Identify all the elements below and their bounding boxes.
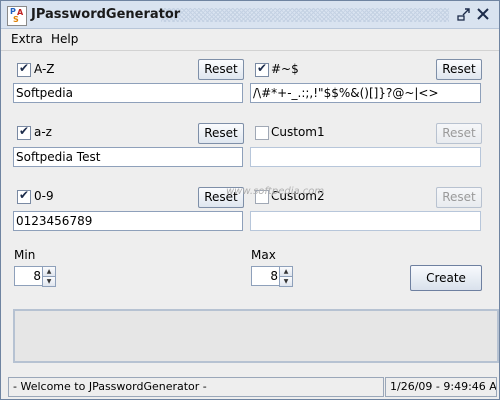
lower-checkbox[interactable]: ✔ [17, 124, 31, 140]
digits-field[interactable]: 0123456789 [13, 211, 243, 231]
menu-extra[interactable]: Extra [11, 32, 43, 46]
minimize-icon[interactable] [457, 7, 471, 21]
spin-down-icon[interactable]: ▼ [42, 276, 56, 287]
min-spinner[interactable]: 8 ▲ ▼ [14, 266, 56, 287]
menu-help[interactable]: Help [51, 32, 78, 46]
status-message: - Welcome to JPasswordGenerator - [8, 377, 384, 397]
special-field[interactable]: /\#*+-_.:;,!"$$%&()[]}?@~|<> [250, 83, 481, 103]
max-label: Max [251, 248, 276, 262]
app-icon[interactable]: P A S [7, 6, 27, 26]
password-output[interactable] [13, 309, 499, 363]
lower-field[interactable]: Softpedia Test [13, 147, 243, 167]
create-button[interactable]: Create [410, 265, 482, 291]
check-icon: ✔ [19, 188, 30, 202]
watermark: www.softpedia.com [226, 186, 325, 197]
custom1-reset-button[interactable]: Reset [436, 123, 482, 144]
check-icon: ✔ [19, 61, 30, 75]
digits-label: 0-9 [34, 189, 54, 203]
title-bar: P A S JPasswordGenerator [1, 1, 499, 29]
app-window: P A S JPasswordGenerator Extra Help ✔ A-… [0, 0, 500, 400]
custom2-field[interactable] [250, 211, 481, 231]
menu-bar: Extra Help [1, 29, 499, 51]
special-reset-button[interactable]: Reset [436, 59, 482, 80]
app-icon-letter-s: S [13, 15, 19, 24]
window-title: JPasswordGenerator [31, 7, 181, 22]
max-value[interactable]: 8 [251, 266, 281, 286]
az-checkbox[interactable]: ✔ [17, 61, 31, 77]
lower-reset-button[interactable]: Reset [198, 123, 244, 144]
special-label: #~$ [271, 62, 299, 76]
title-bar-texture [161, 8, 449, 22]
custom2-reset-button[interactable]: Reset [436, 187, 482, 208]
custom1-checkbox[interactable] [255, 126, 269, 140]
az-label: A-Z [34, 62, 55, 76]
spin-down-icon[interactable]: ▼ [279, 276, 293, 287]
custom1-field[interactable] [250, 147, 481, 167]
check-icon: ✔ [257, 61, 268, 75]
status-datetime: 1/26/09 - 9:49:46 AM [385, 377, 497, 397]
max-spinner[interactable]: 8 ▲ ▼ [251, 266, 293, 287]
lower-label: a-z [34, 125, 52, 139]
close-icon[interactable] [476, 7, 490, 21]
special-checkbox[interactable]: ✔ [255, 61, 269, 77]
min-value[interactable]: 8 [14, 266, 44, 286]
az-field[interactable]: Softpedia [13, 83, 243, 103]
custom1-label: Custom1 [271, 125, 325, 139]
check-icon: ✔ [19, 124, 30, 138]
az-reset-button[interactable]: Reset [198, 59, 244, 80]
min-label: Min [14, 248, 36, 262]
digits-checkbox[interactable]: ✔ [17, 188, 31, 204]
